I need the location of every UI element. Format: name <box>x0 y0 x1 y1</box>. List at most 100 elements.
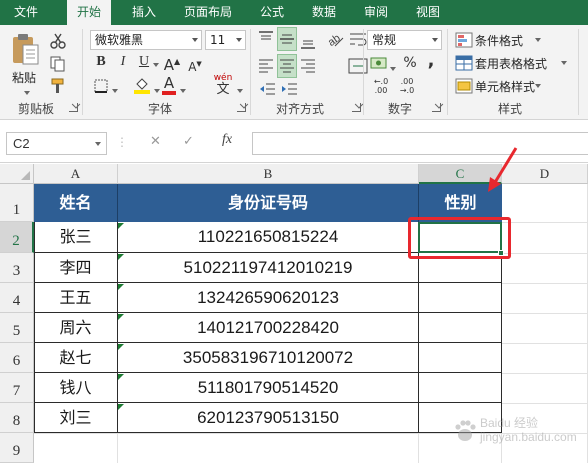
fill-color-icon[interactable] <box>133 76 151 94</box>
tab-review[interactable]: 审阅 <box>356 0 396 25</box>
percent-button[interactable]: % <box>403 54 417 72</box>
orientation-icon[interactable]: ab <box>325 29 345 49</box>
row-header-5[interactable]: 5 <box>0 313 34 343</box>
align-middle-button[interactable] <box>277 27 297 51</box>
shrink-font-button[interactable]: A▼ <box>186 55 204 76</box>
grow-font-button[interactable]: A▲ <box>162 53 182 74</box>
number-launcher-icon[interactable] <box>432 103 441 112</box>
select-all-button[interactable] <box>0 164 34 184</box>
border-dropdown-icon[interactable] <box>110 83 118 97</box>
format-as-table-button[interactable]: 套用表格格式 <box>455 54 575 74</box>
id-cell[interactable]: 110221650815224 <box>118 222 419 253</box>
alignment-launcher-icon[interactable] <box>352 103 361 112</box>
name-cell[interactable]: 张三 <box>34 222 118 253</box>
align-bottom-icon[interactable] <box>299 29 317 51</box>
header-cell-name[interactable]: 姓名 <box>34 184 118 222</box>
name-cell[interactable]: 赵七 <box>34 343 118 373</box>
tab-page-layout[interactable]: 页面布局 <box>176 0 240 25</box>
row-header-7[interactable]: 7 <box>0 373 34 403</box>
font-launcher-icon[interactable] <box>237 103 246 112</box>
name-cell[interactable]: 钱八 <box>34 373 118 403</box>
id-cell[interactable]: 140121700228420 <box>118 313 419 343</box>
increase-indent-icon[interactable] <box>280 81 298 97</box>
gridline <box>502 222 588 223</box>
id-cell[interactable]: 350583196710120072 <box>118 343 419 373</box>
font-color-dropdown-icon[interactable] <box>178 83 186 97</box>
id-cell[interactable]: 620123790513150 <box>118 403 419 433</box>
font-size-select[interactable]: 11 <box>205 30 246 50</box>
align-top-icon[interactable] <box>257 29 275 51</box>
name-cell[interactable]: 周六 <box>34 313 118 343</box>
baidu-paw-icon <box>455 420 476 441</box>
align-left-icon[interactable] <box>257 56 275 76</box>
conditional-format-icon <box>455 32 473 48</box>
underline-button[interactable]: U <box>138 53 150 71</box>
row-header-4[interactable]: 4 <box>0 283 34 313</box>
name-cell[interactable]: 李四 <box>34 253 118 283</box>
copy-icon[interactable] <box>50 56 66 72</box>
name-box[interactable]: C2 <box>6 132 107 155</box>
font-name-select[interactable]: 微软雅黑 <box>90 30 202 50</box>
cancel-formula-button[interactable]: ✕ <box>150 134 161 149</box>
format-painter-icon[interactable] <box>50 78 66 94</box>
column-header-a[interactable]: A <box>34 164 118 184</box>
insert-function-button[interactable]: fx <box>222 132 232 148</box>
merge-center-icon[interactable] <box>348 57 368 75</box>
id-cell[interactable]: 510221197412010219 <box>118 253 419 283</box>
tab-formulas[interactable]: 公式 <box>252 0 292 25</box>
font-color-button[interactable]: A <box>162 75 176 95</box>
header-cell-id[interactable]: 身份证号码 <box>118 184 419 222</box>
row-header-3[interactable]: 3 <box>0 253 34 283</box>
tab-insert[interactable]: 插入 <box>122 0 166 25</box>
phonetic-dropdown-icon[interactable] <box>235 83 243 97</box>
formula-input[interactable] <box>252 132 588 155</box>
increase-decimal-button[interactable]: ←.0.00 <box>370 77 392 95</box>
comma-button[interactable]: , <box>425 52 437 70</box>
gender-cell[interactable] <box>419 313 502 343</box>
gender-cell[interactable] <box>419 373 502 403</box>
align-center-button[interactable] <box>277 54 297 78</box>
column-header-b[interactable]: B <box>118 164 419 184</box>
group-divider <box>578 29 579 115</box>
border-icon[interactable] <box>94 79 108 93</box>
cell-styles-button[interactable]: 单元格样式 <box>455 77 565 97</box>
number-format-select[interactable]: 常规 <box>367 30 442 50</box>
wrap-text-icon[interactable] <box>348 31 368 49</box>
row-header-1[interactable]: 1 <box>0 184 34 222</box>
row-header-2[interactable]: 2 <box>0 222 34 253</box>
enter-formula-button[interactable]: ✓ <box>183 134 194 149</box>
currency-icon[interactable] <box>370 55 388 71</box>
clipboard-launcher-icon[interactable] <box>69 103 78 112</box>
name-cell[interactable]: 刘三 <box>34 403 118 433</box>
row-header-9[interactable]: 9 <box>0 433 34 463</box>
watermark-text: Baidu 经验 jingyan.baidu.com <box>480 416 577 444</box>
tab-view[interactable]: 视图 <box>408 0 448 25</box>
gender-cell[interactable] <box>419 283 502 313</box>
row-header-8[interactable]: 8 <box>0 403 34 433</box>
tab-data[interactable]: 数据 <box>304 0 344 25</box>
phonetic-button[interactable]: wén 文 <box>212 73 234 97</box>
id-cell[interactable]: 511801790514520 <box>118 373 419 403</box>
error-indicator-icon <box>118 314 124 320</box>
fill-color-dropdown-icon[interactable] <box>152 83 160 97</box>
font-group-label: 字体 <box>147 102 172 116</box>
bold-button[interactable]: B <box>94 53 108 71</box>
decrease-decimal-button[interactable]: .00 →.0 <box>396 77 418 95</box>
row-header-6[interactable]: 6 <box>0 343 34 373</box>
chevron-down-icon <box>192 38 198 42</box>
font-name-value: 微软雅黑 <box>95 33 144 47</box>
underline-dropdown-icon[interactable] <box>151 57 159 71</box>
decrease-indent-icon[interactable] <box>258 81 276 97</box>
conditional-format-button[interactable]: 条件格式 <box>455 31 565 51</box>
gender-cell[interactable] <box>419 343 502 373</box>
cut-icon[interactable] <box>50 33 66 49</box>
align-right-icon[interactable] <box>299 56 317 76</box>
paste-button[interactable]: 粘贴 <box>8 31 44 95</box>
id-cell[interactable]: 132426590620123 <box>118 283 419 313</box>
tab-home[interactable]: 开始 <box>67 0 111 26</box>
name-cell[interactable]: 王五 <box>34 283 118 313</box>
italic-button[interactable]: I <box>117 53 129 71</box>
currency-dropdown-icon[interactable] <box>388 61 396 75</box>
number-group-label: 数字 <box>387 102 412 116</box>
tab-file[interactable]: 文件 <box>0 0 52 25</box>
